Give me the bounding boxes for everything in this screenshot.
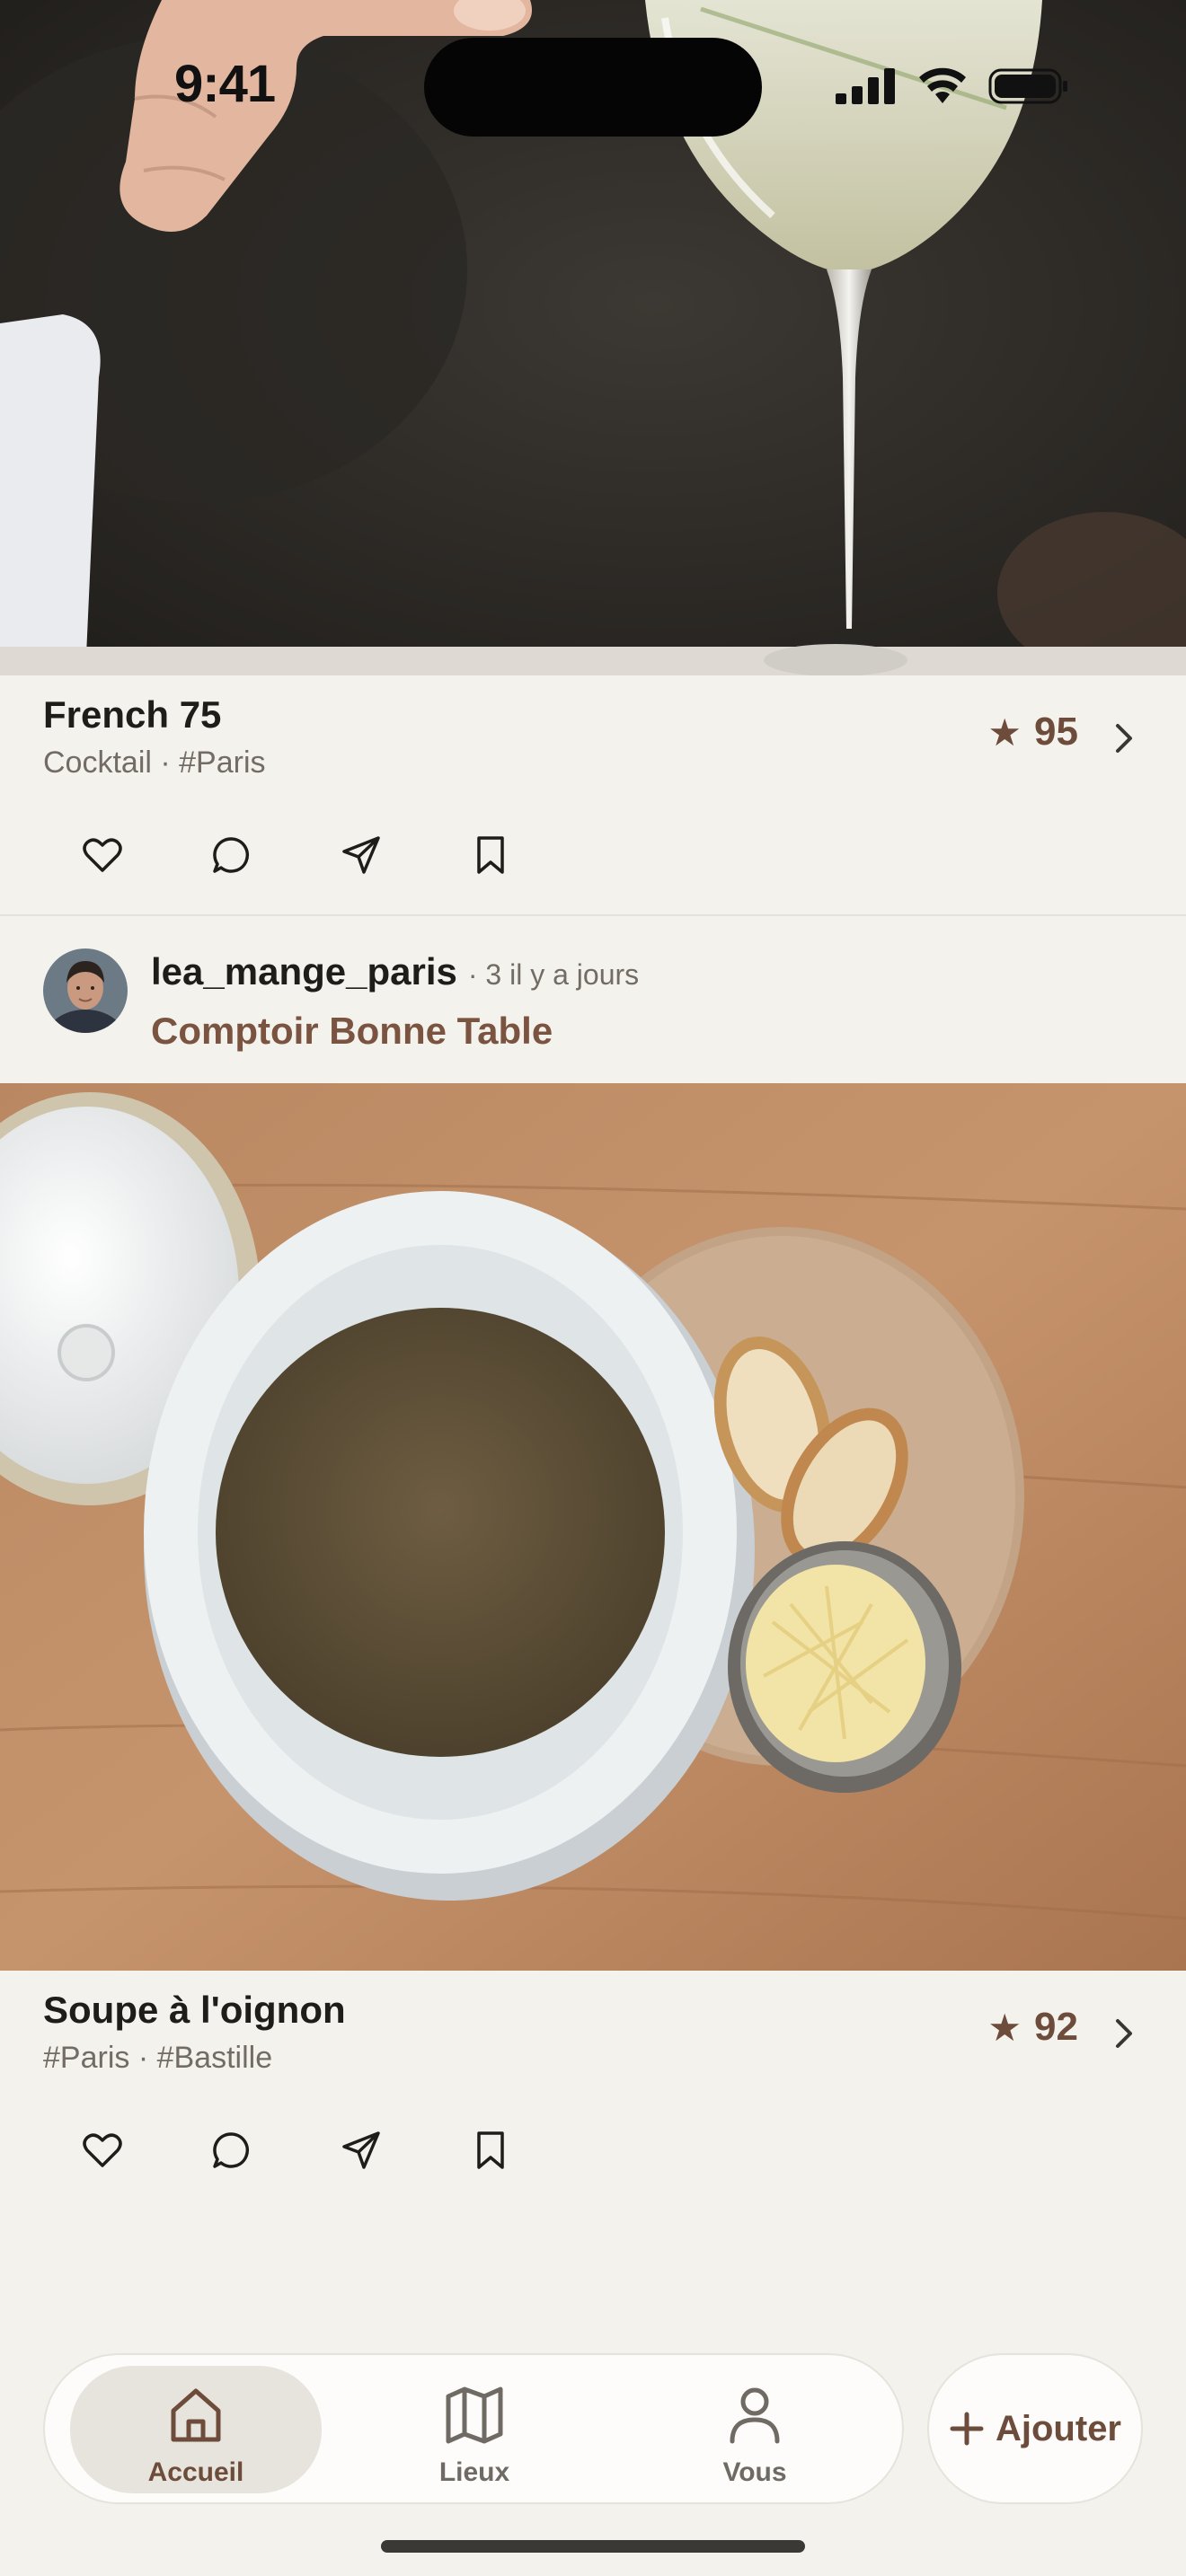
comment-icon (213, 2132, 250, 2168)
onion-soup-photo[interactable] (0, 1083, 1186, 1971)
post-actions (0, 819, 629, 891)
add-button-label: Ajouter (996, 2408, 1121, 2448)
tab-lieux[interactable]: Lieux (349, 2366, 600, 2493)
home-indicator[interactable] (381, 2540, 805, 2553)
save-button[interactable] (455, 2114, 527, 2186)
status-time: 9:41 (174, 55, 276, 113)
send-icon (342, 836, 380, 874)
wifi-icon (919, 67, 966, 103)
post-actions (0, 2114, 629, 2186)
avatar[interactable] (43, 948, 128, 1033)
post-timestamp: · 3 il y a jours (467, 958, 640, 991)
heart-icon (83, 2133, 122, 2167)
plus-icon (950, 2412, 984, 2446)
place-link[interactable]: Comptoir Bonne Table (151, 1010, 553, 1053)
post-title[interactable]: Soupe à l'oignon (43, 1989, 346, 2032)
add-button[interactable]: Ajouter (927, 2353, 1143, 2504)
post-info: French 75 Cocktail · #Paris ★ 95 (0, 675, 1186, 916)
share-button[interactable] (325, 2114, 397, 2186)
tab-label: Accueil (147, 2457, 244, 2487)
status-bar: 9:41 (0, 0, 1186, 171)
chevron-right-icon[interactable] (1111, 2016, 1139, 2051)
post-author-row: lea_mange_paris · 3 il y a jours Comptoi… (0, 916, 1186, 1083)
bookmark-icon (477, 836, 504, 874)
send-icon (342, 2131, 380, 2169)
battery-icon (988, 68, 1067, 104)
author-username[interactable]: lea_mange_paris (151, 950, 457, 993)
cellular-signal-icon (836, 68, 895, 104)
map-icon (446, 2386, 503, 2444)
status-icons (836, 63, 1069, 110)
share-button[interactable] (325, 819, 397, 891)
post-tags[interactable]: Cocktail · #Paris (43, 745, 266, 781)
like-button[interactable] (66, 2114, 138, 2186)
post-info: Soupe à l'oignon #Paris · #Bastille ★ 92 (0, 1971, 1186, 2211)
post-tags[interactable]: #Paris · #Bastille (43, 2041, 272, 2076)
bookmark-icon (477, 2131, 504, 2169)
person-icon (730, 2387, 780, 2444)
save-button[interactable] (455, 819, 527, 891)
score-badge[interactable]: ★ 92 (987, 2005, 1078, 2050)
star-icon: ★ (987, 2006, 1022, 2049)
home-icon (171, 2388, 221, 2442)
author-line: lea_mange_paris · 3 il y a jours (151, 950, 639, 993)
score-value: 92 (1034, 2005, 1078, 2049)
dynamic-island (424, 38, 762, 137)
tab-label: Lieux (438, 2457, 510, 2487)
comment-button[interactable] (196, 819, 268, 891)
tab-accueil[interactable]: Accueil (70, 2366, 322, 2493)
comment-icon (213, 837, 250, 873)
star-icon: ★ (987, 710, 1022, 754)
tab-bar: Accueil Lieux Vous (43, 2353, 904, 2504)
score-value: 95 (1034, 710, 1078, 754)
heart-icon (83, 838, 122, 872)
tab-vous[interactable]: Vous (629, 2366, 881, 2493)
chevron-right-icon[interactable] (1111, 720, 1139, 756)
tab-label: Vous (722, 2457, 787, 2487)
score-badge[interactable]: ★ 95 (987, 710, 1078, 754)
like-button[interactable] (66, 819, 138, 891)
post-title[interactable]: French 75 (43, 693, 221, 737)
comment-button[interactable] (196, 2114, 268, 2186)
